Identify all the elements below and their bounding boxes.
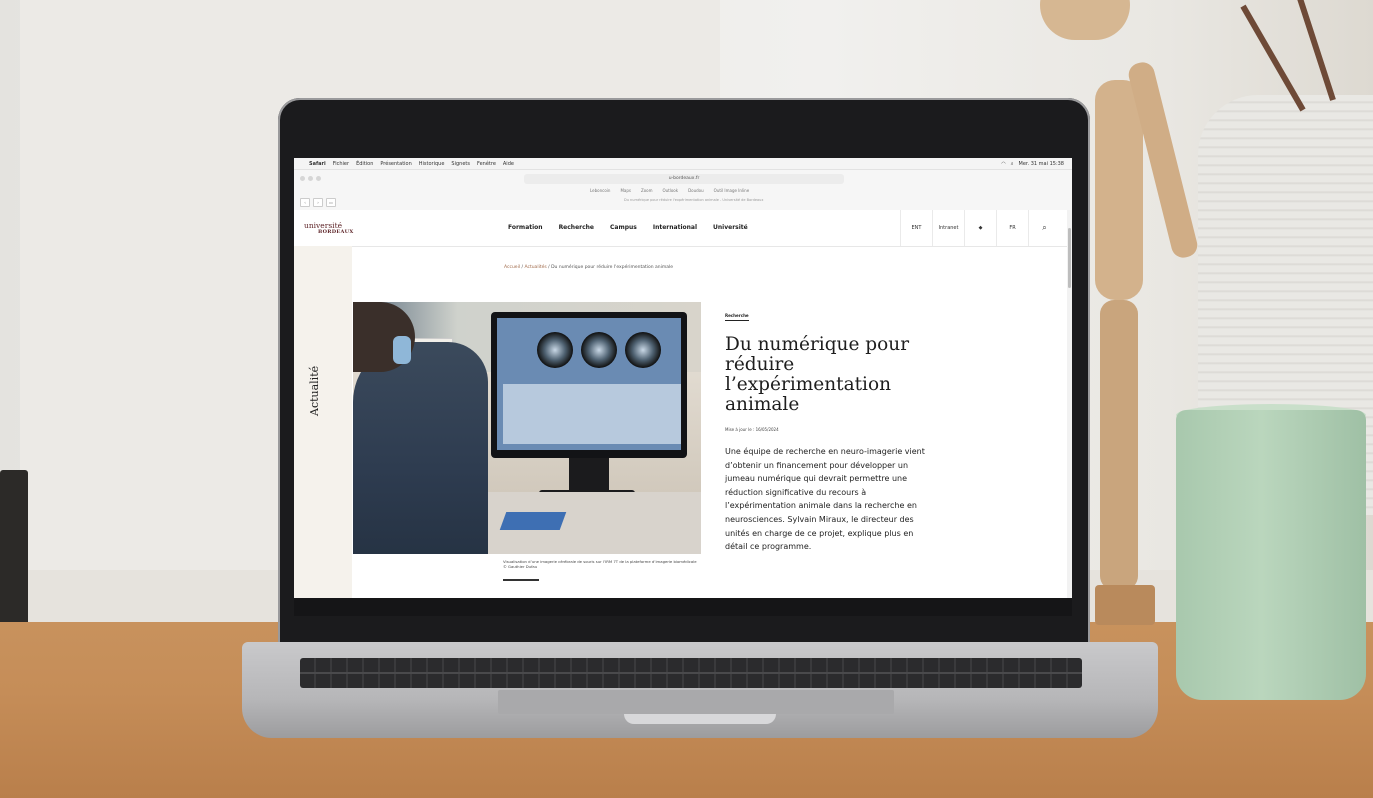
menu-fenetre[interactable]: Fenêtre [477, 161, 496, 167]
section-sidebar: Actualité [294, 246, 352, 598]
bookmark-item[interactable]: Doudou [688, 188, 704, 193]
bookmark-item[interactable]: Zoom [641, 188, 653, 193]
green-mug [1176, 410, 1366, 700]
header-tools: ENT Intranet ◆ FR ⌕ [900, 210, 1060, 246]
breadcrumb: Accueil / Actualités / Du numérique pour… [504, 265, 674, 270]
scrollbar-thumb[interactable] [1068, 228, 1071, 288]
photo-face-mask [393, 336, 411, 364]
logo-line-1: université [304, 221, 343, 230]
bookmark-item[interactable]: Leboncoin [590, 188, 610, 193]
browser-nav-buttons: ‹ › ▭ [300, 198, 336, 207]
university-logo[interactable]: université BORDEAUX [304, 222, 354, 236]
nav-universite[interactable]: Université [713, 224, 748, 231]
site-header: université BORDEAUX Formation Recherche … [294, 210, 1072, 247]
bookmark-item[interactable]: Outlook [663, 188, 679, 193]
menu-safari[interactable]: Safari [309, 161, 326, 167]
caption-divider [503, 579, 539, 581]
bookmark-item[interactable]: Maps [620, 188, 631, 193]
photo-monitor-screen [497, 318, 681, 450]
photo-software-panel [503, 384, 681, 444]
language-switcher[interactable]: FR [996, 210, 1028, 246]
bookmarks-bar: Leboncoin Maps Zoom Outlook Doudou Outil… [590, 188, 749, 193]
search-icon[interactable]: ⌕ [1011, 161, 1014, 167]
laptop-screen: Safari Fichier Édition Présentation Hist… [294, 158, 1072, 598]
browser-tab[interactable]: Du numérique pour réduire l'expérimentat… [624, 198, 763, 202]
logo-line-2: BORDEAUX [318, 229, 354, 235]
laptop-keyboard [300, 658, 1082, 688]
menubar-clock[interactable]: Mer. 31 mai 15:38 [1019, 161, 1064, 167]
article-header: Recherche Du numérique pour réduire l’ex… [725, 302, 935, 554]
menu-historique[interactable]: Historique [419, 161, 445, 167]
breadcrumb-current: Du numérique pour réduire l'expérimentat… [551, 265, 674, 270]
photo-brain-scan [625, 332, 661, 368]
search-icon[interactable]: ⌕ [1028, 210, 1060, 246]
bookmark-item[interactable]: Outil Image Inline [714, 188, 749, 193]
window-controls [300, 176, 321, 181]
page-scrollbar[interactable] [1067, 210, 1072, 598]
close-window-icon[interactable] [300, 176, 305, 181]
article-updated-date: Mise à jour le : 16/05/2024 [725, 427, 779, 432]
macos-menubar: Safari Fichier Édition Présentation Hist… [294, 158, 1072, 170]
photo-monitor [491, 312, 687, 458]
back-arrow-icon[interactable]: ‹ [300, 198, 310, 207]
menu-presentation[interactable]: Présentation [380, 161, 411, 167]
breadcrumb-section[interactable]: Actualités [524, 265, 546, 270]
screen-bezel-bottom [294, 598, 1072, 616]
photo-researcher [353, 342, 488, 554]
main-navigation: Formation Recherche Campus International… [508, 224, 748, 231]
wooden-mannequin-leg [1100, 300, 1138, 590]
nav-international[interactable]: International [653, 224, 697, 231]
wifi-icon[interactable]: ◠ [1001, 161, 1005, 167]
article-category[interactable]: Recherche [725, 313, 749, 321]
menu-aide[interactable]: Aide [503, 161, 514, 167]
laptop-front-notch [624, 714, 776, 724]
wooden-mannequin-stand [1095, 585, 1155, 625]
forward-arrow-icon[interactable]: › [313, 198, 323, 207]
dark-jar [0, 470, 28, 640]
photo-caption: Visualisation d’une imagerie cérébrale d… [503, 559, 697, 569]
accessibility-icon[interactable]: ◆ [964, 210, 996, 246]
zoom-window-icon[interactable] [316, 176, 321, 181]
nav-recherche[interactable]: Recherche [559, 224, 594, 231]
article-photo [353, 302, 701, 554]
photo-keyboard [499, 512, 567, 530]
article-title: Du numérique pour réduire l’expérimentat… [725, 334, 910, 415]
photo-brain-scan [537, 332, 573, 368]
menu-fichier[interactable]: Fichier [333, 161, 349, 167]
nav-formation[interactable]: Formation [508, 224, 543, 231]
menu-edition[interactable]: Édition [356, 161, 373, 167]
menu-signets[interactable]: Signets [451, 161, 470, 167]
branch [1293, 0, 1336, 101]
browser-toolbar: u-bordeaux.fr Leboncoin Maps Zoom Outloo… [294, 170, 1072, 211]
laptop-trackpad [498, 690, 894, 714]
article-lede: Une équipe de recherche en neuro-imageri… [725, 447, 925, 552]
photo-brain-scan [581, 332, 617, 368]
ent-link[interactable]: ENT [900, 210, 932, 246]
photo-monitor-stand [569, 458, 609, 494]
wooden-mannequin-head [1040, 0, 1130, 40]
intranet-link[interactable]: Intranet [932, 210, 964, 246]
address-bar[interactable]: u-bordeaux.fr [524, 174, 844, 184]
breadcrumb-home[interactable]: Accueil [504, 265, 520, 270]
section-label: Actualité [308, 365, 321, 416]
minimize-window-icon[interactable] [308, 176, 313, 181]
sidebar-toggle-icon[interactable]: ▭ [326, 198, 336, 207]
wooden-mannequin-body [1095, 80, 1143, 300]
nav-campus[interactable]: Campus [610, 224, 637, 231]
